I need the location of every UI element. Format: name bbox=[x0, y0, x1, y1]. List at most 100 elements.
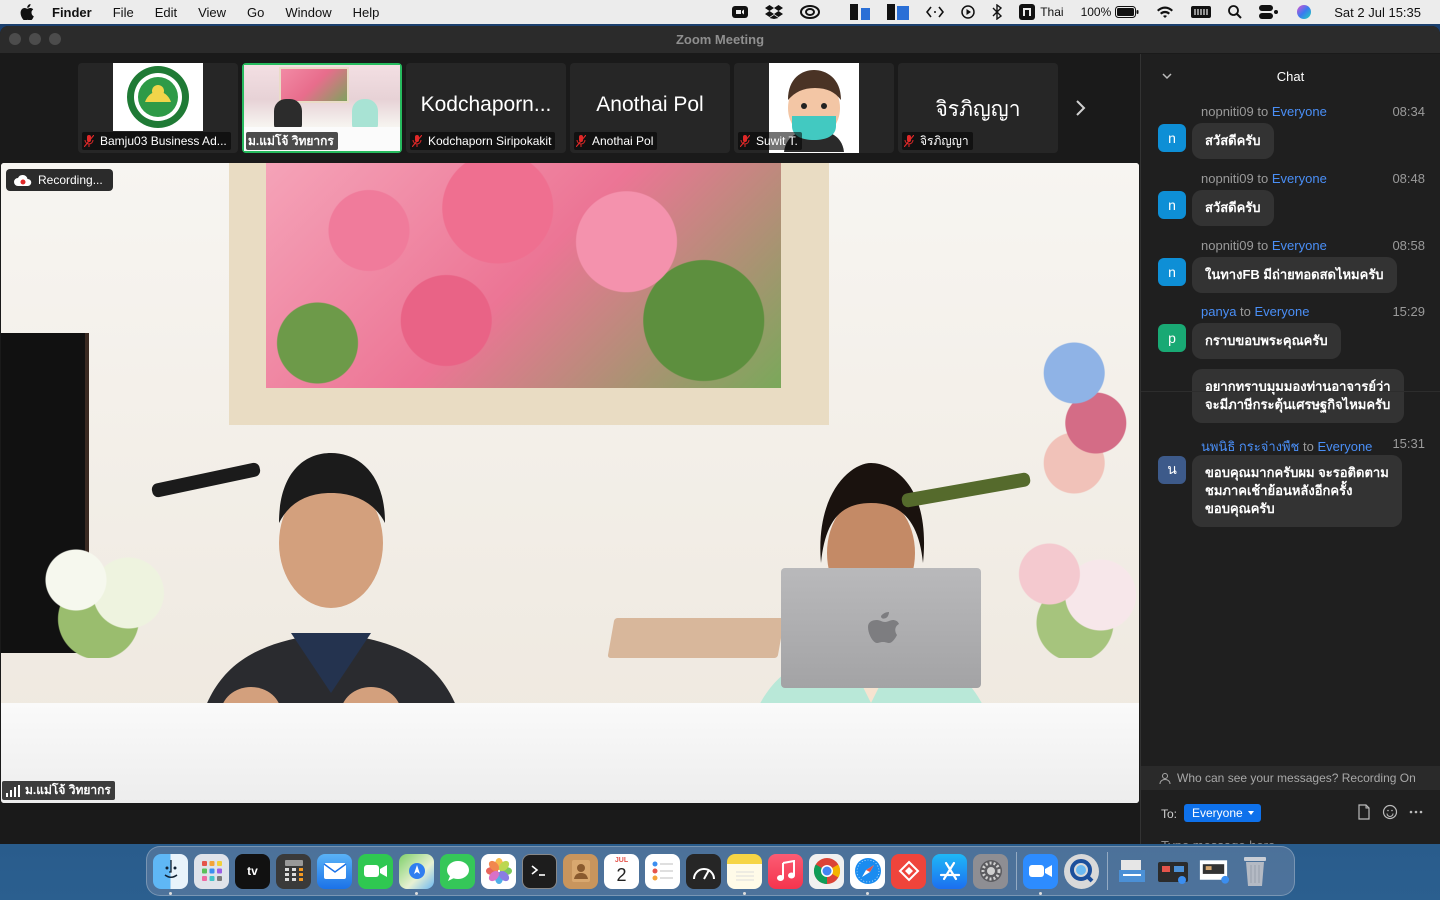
message-recipient[interactable]: Everyone bbox=[1272, 171, 1327, 186]
apple-tv-icon[interactable]: tv bbox=[235, 853, 270, 889]
calculator-icon[interactable] bbox=[276, 853, 311, 889]
quicktime-icon[interactable] bbox=[1064, 853, 1099, 889]
play-icon[interactable] bbox=[961, 0, 975, 24]
participant-tile[interactable]: Bamju03 Business Ad... bbox=[78, 63, 238, 153]
contacts-icon[interactable] bbox=[563, 853, 598, 889]
menu-window[interactable]: Window bbox=[285, 5, 331, 20]
screenshot-icon[interactable] bbox=[1196, 854, 1231, 889]
downloads-icon[interactable] bbox=[1114, 854, 1149, 889]
privacy-notice[interactable]: Who can see your messages? Recording On bbox=[1141, 766, 1440, 790]
minimize-button[interactable] bbox=[29, 33, 41, 45]
menu-bar: Finder File Edit View Go Window Help Tha… bbox=[0, 0, 1440, 24]
participant-name: Suwit T. bbox=[756, 134, 798, 148]
memory-icon[interactable] bbox=[1191, 0, 1212, 24]
launchpad-icon[interactable] bbox=[194, 853, 229, 889]
message-bubble[interactable]: ในทางFB มีถ่ายทอดสดไหมครับ bbox=[1192, 257, 1397, 293]
message-bubble[interactable]: อยากทราบมุมมองท่านอาจารย์ว่า จะมีภาษีกระ… bbox=[1192, 369, 1404, 423]
message-bubble[interactable]: สวัสดีครับ bbox=[1192, 190, 1274, 226]
avatar: n bbox=[1158, 191, 1186, 219]
chevron-down-icon[interactable] bbox=[1161, 70, 1173, 82]
participant-tile-active[interactable]: ม.แม่โจ้ วิทยากร bbox=[242, 63, 402, 153]
participant-tile[interactable]: Suwit T. bbox=[734, 63, 894, 153]
calendar-icon[interactable]: JUL 2 bbox=[604, 853, 639, 889]
participant-tile[interactable]: Anothai Pol Anothai Pol bbox=[570, 63, 730, 153]
signal-icon bbox=[6, 784, 20, 797]
zoom-icon[interactable] bbox=[1023, 853, 1058, 895]
main-video[interactable]: Recording... ม.แม่โจ้ วิทยากร bbox=[1, 163, 1139, 803]
recording-badge[interactable]: Recording... bbox=[6, 169, 113, 191]
message-recipient[interactable]: Everyone bbox=[1272, 238, 1327, 253]
photos-icon[interactable] bbox=[481, 853, 516, 889]
apple-icon[interactable] bbox=[20, 4, 34, 20]
input-source-icon[interactable] bbox=[1019, 0, 1036, 24]
music-icon[interactable] bbox=[768, 853, 803, 889]
message-bubble[interactable]: ขอบคุณมากครับผม จะรอติดตาม ชมภาคเช้าย้อน… bbox=[1192, 455, 1402, 527]
menu-view[interactable]: View bbox=[198, 5, 226, 20]
message-recipient[interactable]: Everyone bbox=[1317, 439, 1372, 454]
message-sender[interactable]: nopniti09 bbox=[1201, 104, 1254, 119]
speed-icon[interactable] bbox=[686, 853, 721, 889]
system-preferences-icon[interactable] bbox=[973, 853, 1008, 889]
notes-icon[interactable] bbox=[727, 853, 762, 895]
wifi-icon[interactable] bbox=[1156, 0, 1174, 24]
control-center-icon[interactable] bbox=[1259, 0, 1279, 24]
input-source-label[interactable]: Thai bbox=[1040, 0, 1063, 24]
battery-icon[interactable] bbox=[1115, 0, 1139, 24]
documents-icon[interactable] bbox=[1155, 854, 1190, 889]
mail-icon[interactable] bbox=[317, 853, 352, 889]
finder-icon[interactable] bbox=[153, 853, 188, 895]
message-sender[interactable]: panya bbox=[1201, 304, 1236, 319]
menu-file[interactable]: File bbox=[113, 5, 134, 20]
message-bubble[interactable]: กราบขอบพระคุณครับ bbox=[1192, 323, 1341, 359]
participant-label: Bamju03 Business Ad... bbox=[82, 132, 231, 150]
menu-go[interactable]: Go bbox=[247, 5, 264, 20]
participant-big-name: Anothai Pol bbox=[596, 93, 704, 116]
bluetooth-icon[interactable] bbox=[992, 0, 1003, 24]
display-icon[interactable] bbox=[887, 0, 910, 24]
anydesk-icon[interactable] bbox=[891, 853, 926, 889]
reminders-icon[interactable] bbox=[645, 853, 680, 889]
siri-icon[interactable] bbox=[1296, 0, 1312, 24]
keyboard-layout-icon[interactable] bbox=[850, 0, 871, 24]
app-store-icon[interactable] bbox=[932, 853, 967, 889]
trash-icon[interactable] bbox=[1237, 854, 1272, 889]
avatar: น bbox=[1158, 456, 1186, 484]
chevron-right-icon[interactable] bbox=[1070, 98, 1090, 118]
message-sender[interactable]: nopniti09 bbox=[1201, 238, 1254, 253]
participant-tile[interactable]: จิรภิญญา จิรภิญญา bbox=[898, 63, 1058, 153]
message-sender[interactable]: nopniti09 bbox=[1201, 171, 1254, 186]
clock[interactable]: Sat 2 Jul 15:35 bbox=[1334, 5, 1421, 20]
laptop bbox=[781, 568, 981, 688]
facetime-icon[interactable] bbox=[358, 853, 393, 889]
message-bubble[interactable]: สวัสดีครับ bbox=[1192, 123, 1274, 159]
messages-icon[interactable] bbox=[440, 853, 475, 889]
chrome-icon[interactable] bbox=[809, 853, 844, 889]
maps-icon[interactable] bbox=[399, 853, 434, 895]
creative-cloud-icon[interactable] bbox=[800, 0, 821, 24]
dock-separator bbox=[1107, 852, 1108, 890]
emoji-icon[interactable] bbox=[1382, 804, 1398, 820]
safari-icon[interactable] bbox=[850, 853, 885, 895]
message-sender[interactable]: นพนิธิ กระจ่างพืช bbox=[1201, 439, 1299, 454]
file-icon[interactable] bbox=[1356, 804, 1372, 820]
dock: tv JUL 2 bbox=[146, 846, 1295, 896]
caret-down-icon bbox=[1247, 811, 1254, 815]
spotlight-icon[interactable] bbox=[1228, 0, 1242, 24]
dropbox-icon[interactable] bbox=[765, 0, 784, 24]
participant-tile[interactable]: Kodchaporn... Kodchaporn Siripokakit bbox=[406, 63, 566, 153]
message-recipient[interactable]: Everyone bbox=[1255, 304, 1310, 319]
message-recipient[interactable]: Everyone bbox=[1272, 104, 1327, 119]
battery-percent[interactable]: 100% bbox=[1081, 0, 1112, 24]
menu-help[interactable]: Help bbox=[353, 5, 380, 20]
message-input[interactable] bbox=[1161, 834, 1421, 844]
menu-app-name[interactable]: Finder bbox=[52, 5, 92, 20]
zoom-button[interactable] bbox=[49, 33, 61, 45]
close-button[interactable] bbox=[9, 33, 21, 45]
terminal-icon[interactable] bbox=[522, 853, 557, 889]
person-icon bbox=[1159, 773, 1171, 784]
recipient-select[interactable]: Everyone bbox=[1184, 804, 1261, 822]
code-icon[interactable] bbox=[926, 0, 945, 24]
more-icon[interactable] bbox=[1408, 804, 1424, 820]
menu-edit[interactable]: Edit bbox=[155, 5, 177, 20]
zoom-status-icon[interactable] bbox=[732, 0, 749, 24]
